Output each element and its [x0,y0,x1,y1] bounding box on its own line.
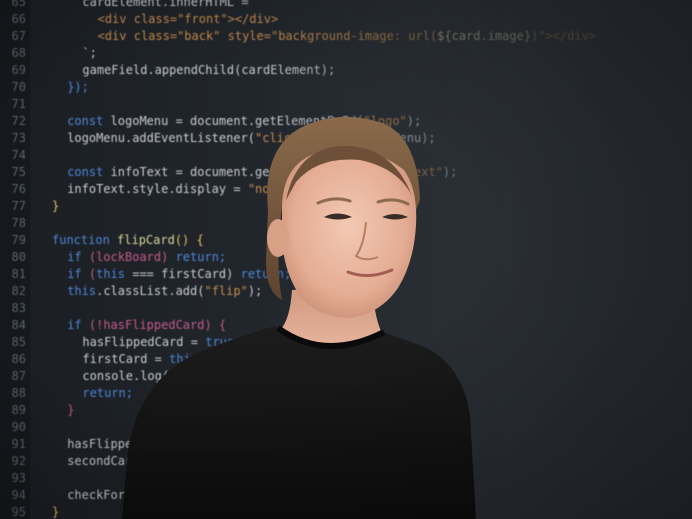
black-shirt [122,326,476,519]
photo-scene: 65 cardElement.innerHTML = ` 66 <div class=… [0,0,692,519]
ear [267,219,289,257]
portrait-person [122,116,476,519]
